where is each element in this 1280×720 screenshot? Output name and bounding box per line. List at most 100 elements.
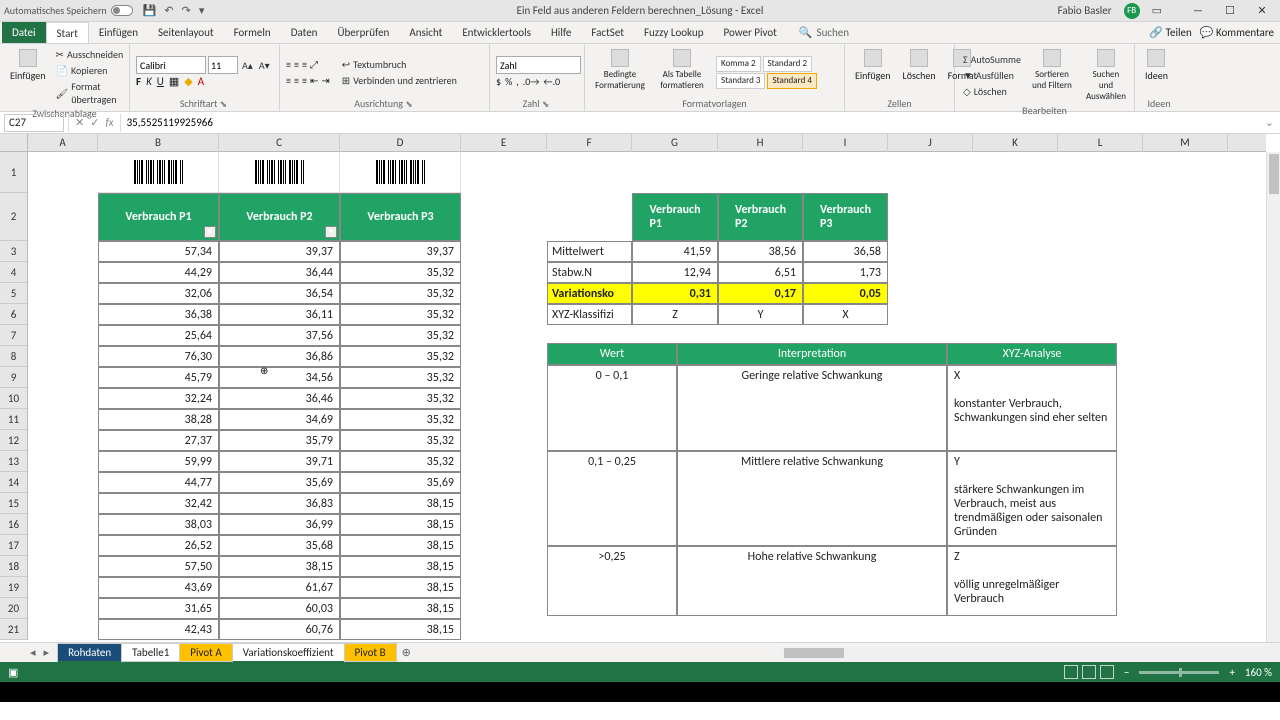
- interp-header-xyz[interactable]: XYZ-Analyse: [947, 343, 1117, 365]
- interp-header-interpretation[interactable]: Interpretation: [677, 343, 947, 365]
- interp-xyz[interactable]: Xkonstanter Verbrauch, Schwankungen sind…: [947, 365, 1117, 451]
- font-color-button[interactable]: A: [198, 75, 204, 88]
- horizontal-scrollbar[interactable]: [780, 646, 1280, 660]
- data-cell[interactable]: 38,28: [98, 409, 219, 430]
- data-cell[interactable]: 35,32: [340, 430, 461, 451]
- stats-value[interactable]: 0,31: [632, 283, 718, 304]
- row-header-13[interactable]: 13: [0, 451, 27, 472]
- font-dialog-launcher-icon[interactable]: ⬊: [220, 99, 230, 110]
- row-header-4[interactable]: 4: [0, 262, 27, 283]
- stats-label[interactable]: Mittelwert: [547, 241, 632, 262]
- paste-button[interactable]: Einfügen: [6, 47, 50, 107]
- cut-button[interactable]: ✂ Ausschneiden: [54, 47, 126, 62]
- file-tab[interactable]: Datei: [2, 22, 46, 43]
- data-cell[interactable]: 31,65: [98, 598, 219, 619]
- barcode-2[interactable]: [219, 152, 340, 193]
- font-size-select[interactable]: [208, 56, 238, 74]
- name-box[interactable]: C27: [4, 114, 64, 132]
- data-cell[interactable]: 57,50: [98, 556, 219, 577]
- interp-xyz[interactable]: Ystärkere Schwankungen im Verbrauch, mei…: [947, 451, 1117, 546]
- column-header-L[interactable]: L: [1058, 134, 1143, 152]
- delete-cells-button[interactable]: Löschen: [899, 47, 940, 97]
- data-cell[interactable]: 39,71: [219, 451, 340, 472]
- formula-input[interactable]: [121, 114, 1259, 132]
- select-all-corner[interactable]: [0, 134, 28, 151]
- data-cell[interactable]: 38,03: [98, 514, 219, 535]
- data-cell[interactable]: 35,32: [340, 283, 461, 304]
- data-cell[interactable]: 32,24: [98, 388, 219, 409]
- filter-dropdown-icon[interactable]: ▾: [204, 226, 216, 238]
- column-header-M[interactable]: M: [1143, 134, 1228, 152]
- data-cell[interactable]: 35,69: [219, 472, 340, 493]
- interp-wert[interactable]: >0,25: [547, 546, 677, 616]
- ribbon-display-icon[interactable]: ▭: [1152, 4, 1162, 17]
- tab-seitenlayout[interactable]: Seitenlayout: [148, 22, 224, 43]
- row-header-11[interactable]: 11: [0, 409, 27, 430]
- row-header-6[interactable]: 6: [0, 304, 27, 325]
- page-break-view-icon[interactable]: [1100, 665, 1114, 679]
- fx-icon[interactable]: fx: [105, 116, 113, 129]
- accept-formula-icon[interactable]: ✓: [90, 116, 99, 129]
- column-header-K[interactable]: K: [973, 134, 1058, 152]
- redo-icon[interactable]: ↷: [182, 4, 191, 17]
- column-header-C[interactable]: C: [219, 134, 340, 152]
- cell-style-2[interactable]: Standard 2: [763, 56, 812, 72]
- tell-me-search[interactable]: 🔍 Suchen: [799, 22, 849, 43]
- tab-hilfe[interactable]: Hilfe: [541, 22, 581, 43]
- data-cell[interactable]: 61,67: [219, 577, 340, 598]
- zoom-out-icon[interactable]: −: [1124, 666, 1129, 679]
- data-cell[interactable]: 36,38: [98, 304, 219, 325]
- record-macro-icon[interactable]: ▣: [8, 666, 18, 679]
- insert-cells-button[interactable]: Einfügen: [851, 47, 895, 97]
- data-cell[interactable]: 36,11: [219, 304, 340, 325]
- data-cell[interactable]: 76,30: [98, 346, 219, 367]
- data-cell[interactable]: 35,32: [340, 388, 461, 409]
- scroll-thumb[interactable]: [1269, 154, 1279, 194]
- data-cell[interactable]: 35,69: [340, 472, 461, 493]
- column-header-G[interactable]: G: [632, 134, 718, 152]
- format-as-table-button[interactable]: Als Tabelle formatieren: [653, 47, 711, 97]
- row-header-5[interactable]: 5: [0, 283, 27, 304]
- filter-dropdown-icon[interactable]: ▾: [325, 226, 337, 238]
- align-top-icon[interactable]: ≡: [286, 58, 291, 71]
- header-verbrauch-p1[interactable]: Verbrauch P1▾: [98, 193, 219, 241]
- data-cell[interactable]: 32,42: [98, 493, 219, 514]
- undo-icon[interactable]: ↶: [164, 4, 173, 17]
- clear-button[interactable]: ◇ Löschen: [961, 84, 1023, 99]
- row-header-12[interactable]: 12: [0, 430, 27, 451]
- data-cell[interactable]: 36,83: [219, 493, 340, 514]
- data-cell[interactable]: 35,79: [219, 430, 340, 451]
- close-icon[interactable]: ✕: [1248, 2, 1276, 20]
- sheet-tab-variationskoeffizient[interactable]: Variationskoeffizient: [232, 643, 345, 663]
- data-cell[interactable]: 38,15: [340, 535, 461, 556]
- stats-label[interactable]: Variationsko: [547, 283, 632, 304]
- stats-value[interactable]: 6,51: [718, 262, 803, 283]
- row-header-15[interactable]: 15: [0, 493, 27, 514]
- stats-header-0[interactable]: VerbrauchP1: [632, 193, 718, 241]
- zoom-slider[interactable]: [1139, 671, 1219, 674]
- row-header-9[interactable]: 9: [0, 367, 27, 388]
- conditional-formatting-button[interactable]: Bedingte Formatierung: [591, 47, 649, 97]
- data-cell[interactable]: 35,32: [340, 304, 461, 325]
- stats-label[interactable]: XYZ-Klassifizi: [547, 304, 632, 325]
- page-layout-view-icon[interactable]: [1082, 665, 1096, 679]
- data-cell[interactable]: 36,46: [219, 388, 340, 409]
- cancel-formula-icon[interactable]: ✕: [75, 116, 84, 129]
- italic-button[interactable]: K: [146, 75, 152, 88]
- align-dialog-launcher-icon[interactable]: ⬊: [405, 99, 415, 110]
- increase-decimal-icon[interactable]: .0→: [523, 75, 540, 88]
- increase-font-icon[interactable]: A▴: [240, 56, 255, 74]
- user-avatar-icon[interactable]: FB: [1124, 3, 1140, 19]
- data-cell[interactable]: 36,86: [219, 346, 340, 367]
- stats-value[interactable]: 0,17: [718, 283, 803, 304]
- sheet-tab-rohdaten[interactable]: Rohdaten: [57, 643, 122, 663]
- comma-icon[interactable]: ,: [516, 75, 519, 88]
- data-cell[interactable]: 38,15: [340, 598, 461, 619]
- cell-style-3[interactable]: Standard 3: [716, 73, 765, 89]
- row-header-3[interactable]: 3: [0, 241, 27, 262]
- data-cell[interactable]: 35,32: [340, 451, 461, 472]
- row-header-1[interactable]: 1: [0, 152, 27, 193]
- new-sheet-icon[interactable]: ⊕: [402, 646, 411, 659]
- data-cell[interactable]: 35,32: [340, 409, 461, 430]
- data-cell[interactable]: 38,15: [340, 493, 461, 514]
